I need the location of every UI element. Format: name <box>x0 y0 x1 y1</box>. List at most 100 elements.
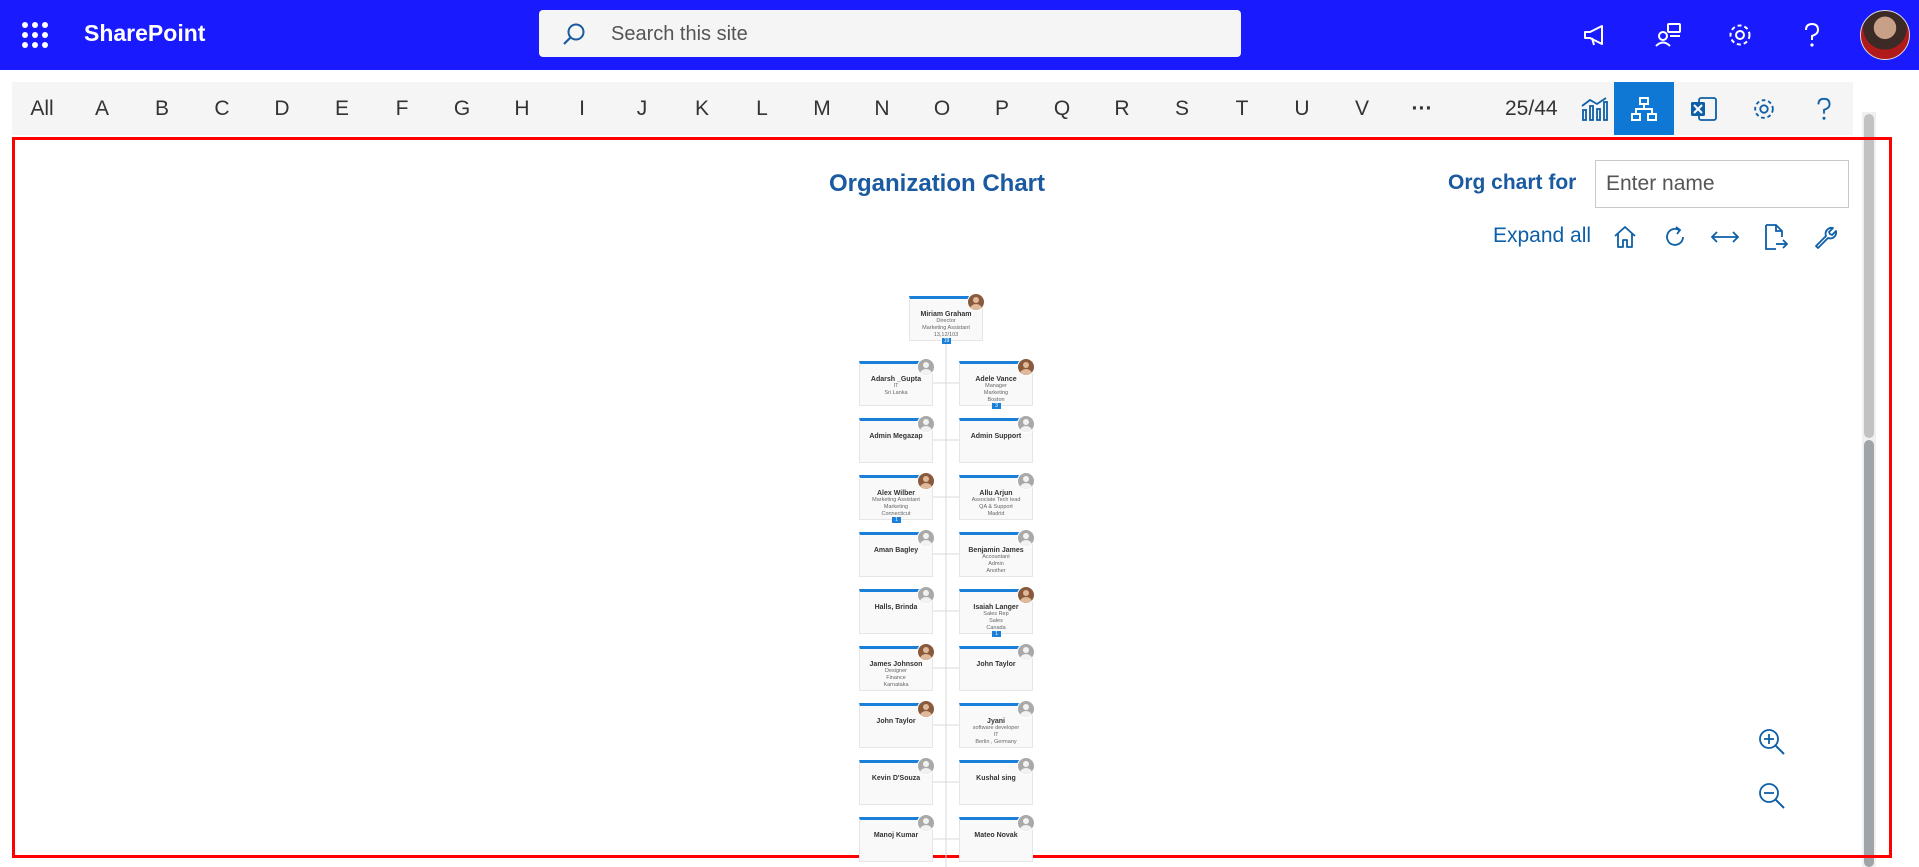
filter-letter-h[interactable]: H <box>502 82 542 135</box>
alphabet-filter-bar: All A B C D E F G H I J K L M N O P Q R … <box>12 82 1853 135</box>
org-card-name: Admin Support <box>970 433 1022 440</box>
org-card[interactable]: Admin Support <box>959 415 1035 463</box>
org-card-name: Isaiah Langer <box>973 604 1019 611</box>
org-card[interactable]: Admin Megazap <box>859 415 935 463</box>
filter-letter-e[interactable]: E <box>322 82 362 135</box>
filter-all[interactable]: All <box>22 82 62 135</box>
filter-letter-m[interactable]: M <box>802 82 842 135</box>
profile-photo <box>917 472 935 490</box>
filter-letter-b[interactable]: B <box>142 82 182 135</box>
filter-letter-i[interactable]: I <box>562 82 602 135</box>
filter-letter-d[interactable]: D <box>262 82 302 135</box>
filter-letter-k[interactable]: K <box>682 82 722 135</box>
org-card[interactable]: Aman Bagley <box>859 529 935 577</box>
search-input[interactable] <box>609 10 1213 59</box>
filter-letter-g[interactable]: G <box>442 82 482 135</box>
expand-all-button[interactable]: Expand all <box>1493 224 1591 248</box>
refresh-icon[interactable] <box>1658 220 1692 254</box>
org-card[interactable]: Jyani software developer IT Berlin , German… <box>959 700 1035 748</box>
org-card[interactable]: Isaiah Langer Sales Rep Sales Canada 1 <box>959 586 1035 637</box>
org-card[interactable]: James Johnson Designer Finance Karnataka <box>859 643 935 691</box>
person-placeholder-icon <box>1017 415 1035 433</box>
org-card[interactable]: John Taylor <box>959 643 1035 691</box>
org-card-name: Halls, Brinda <box>874 604 918 611</box>
fit-width-icon[interactable] <box>1708 220 1742 254</box>
org-card-detail: QA & Support <box>979 504 1013 510</box>
org-card[interactable]: Allu Arjun Associate Tech lead QA & Suppor… <box>959 472 1035 520</box>
person-placeholder-icon <box>917 529 935 547</box>
org-card-name: Mateo Novak <box>974 832 1018 839</box>
excel-icon[interactable] <box>1674 82 1734 135</box>
filter-letter-c[interactable]: C <box>202 82 242 135</box>
search-box[interactable] <box>539 10 1241 59</box>
expand-badge[interactable]: 3 <box>992 403 1001 409</box>
org-card[interactable]: Kevin D'Souza <box>859 757 935 805</box>
filter-letter-r[interactable]: R <box>1102 82 1142 135</box>
org-card-detail: software developer <box>972 725 1020 731</box>
org-card[interactable]: Kushal sing <box>959 757 1035 805</box>
filter-letter-n[interactable]: N <box>862 82 902 135</box>
org-chart-icon[interactable] <box>1614 82 1674 135</box>
org-card-name: Manoj Kumar <box>873 832 919 839</box>
export-icon[interactable] <box>1758 220 1792 254</box>
org-card-detail: Director <box>936 318 956 324</box>
org-card[interactable]: John Taylor <box>859 700 935 748</box>
person-placeholder-icon <box>1017 472 1035 490</box>
filter-letter-q[interactable]: Q <box>1042 82 1082 135</box>
org-card-detail: Admin <box>988 561 1004 567</box>
org-card[interactable]: Adarsh _Gupta IT Sri Lanka <box>859 358 935 406</box>
filter-letter-t[interactable]: T <box>1222 82 1262 135</box>
expand-badge[interactable]: 19 <box>942 338 951 344</box>
person-placeholder-icon <box>1017 529 1035 547</box>
help-icon[interactable] <box>1794 82 1854 135</box>
filter-letter-p[interactable]: P <box>982 82 1022 135</box>
filter-letter-l[interactable]: L <box>742 82 782 135</box>
more-letters-button[interactable]: ··· <box>1402 82 1442 135</box>
wrench-icon[interactable] <box>1808 220 1842 254</box>
org-card[interactable]: Mateo Novak <box>959 814 1035 862</box>
org-card-detail: Marketing Assistant <box>872 497 920 503</box>
person-placeholder-icon <box>917 814 935 832</box>
filter-letter-v[interactable]: V <box>1342 82 1382 135</box>
org-card-name: Admin Megazap <box>869 433 923 440</box>
org-chart-name-input[interactable] <box>1595 160 1849 208</box>
org-card-detail: Associate Tech lead <box>971 497 1021 503</box>
filter-letter-s[interactable]: S <box>1162 82 1202 135</box>
settings-gear-icon[interactable] <box>1734 82 1794 135</box>
share-people-icon[interactable] <box>1650 17 1686 53</box>
suite-header: SharePoint <box>0 0 1919 70</box>
zoom-out-icon[interactable] <box>1754 778 1790 814</box>
filter-letter-j[interactable]: J <box>622 82 662 135</box>
filter-letter-o[interactable]: O <box>922 82 962 135</box>
user-avatar[interactable] <box>1860 10 1910 60</box>
megaphone-icon[interactable] <box>1578 17 1614 53</box>
home-icon[interactable] <box>1608 220 1642 254</box>
filter-letter-u[interactable]: U <box>1282 82 1322 135</box>
person-placeholder-icon <box>917 757 935 775</box>
person-placeholder-icon <box>1017 643 1035 661</box>
org-card[interactable]: Benjamin James Accountant Admin Another <box>959 529 1035 577</box>
page-count: 25/44 <box>1505 97 1558 120</box>
filter-letter-a[interactable]: A <box>82 82 122 135</box>
profile-photo <box>917 643 935 661</box>
site-brand[interactable]: SharePoint <box>84 20 205 47</box>
org-card[interactable]: Halls, Brinda <box>859 586 935 634</box>
org-card[interactable]: Adele Vance Manager Marketing Boston 3 <box>959 358 1035 409</box>
help-icon[interactable] <box>1794 17 1830 53</box>
settings-gear-icon[interactable] <box>1722 17 1758 53</box>
app-launcher-icon[interactable] <box>22 22 48 48</box>
person-placeholder-icon <box>1017 700 1035 718</box>
expand-badge[interactable]: 1 <box>992 631 1001 637</box>
org-card-name: Benjamin James <box>968 547 1024 554</box>
zoom-in-icon[interactable] <box>1754 724 1790 760</box>
org-card-detail: Finance <box>886 675 906 681</box>
org-card-detail: Sales Rep <box>983 611 1009 617</box>
org-card-name: Adarsh _Gupta <box>870 376 922 383</box>
org-card[interactable]: Miriam Graham Director Marketing Assistant… <box>909 293 985 344</box>
filter-letter-f[interactable]: F <box>382 82 422 135</box>
expand-badge[interactable]: 1 <box>892 517 901 523</box>
org-card[interactable]: Alex Wilber Marketing Assistant Marketing C… <box>859 472 935 523</box>
org-card-name: Miriam Graham <box>920 311 972 318</box>
org-card[interactable]: Manoj Kumar <box>859 814 935 862</box>
person-placeholder-icon <box>1017 757 1035 775</box>
